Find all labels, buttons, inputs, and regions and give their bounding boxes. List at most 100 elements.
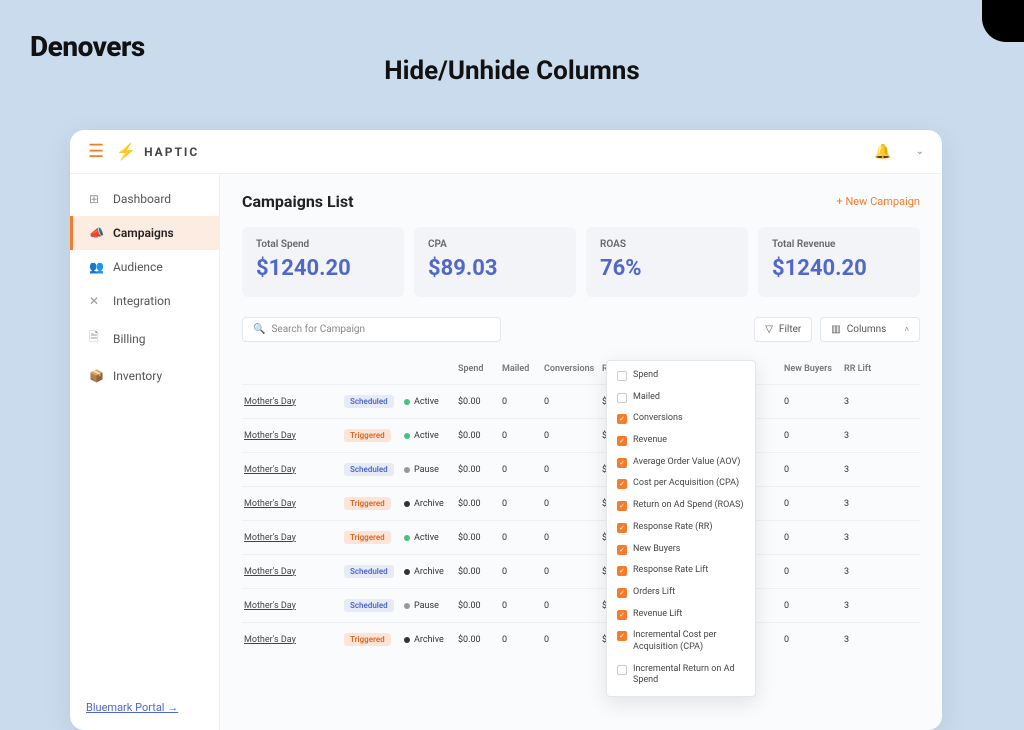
status-cell: Active bbox=[402, 531, 456, 545]
table-row: Mother's DayTriggeredArchive$0.0000$003 bbox=[242, 622, 920, 656]
col-rr-lift[interactable]: RR Lift bbox=[842, 360, 882, 378]
cell-rr-lift: 3 bbox=[842, 633, 882, 647]
col-new-buyers[interactable]: New Buyers bbox=[782, 360, 842, 378]
cell-rr-lift: 3 bbox=[842, 565, 882, 579]
columns-dropdown-item[interactable]: Spend bbox=[607, 365, 755, 387]
search-input[interactable]: 🔍 Search for Campaign bbox=[242, 317, 501, 342]
checkbox-icon[interactable]: ✓ bbox=[617, 566, 627, 576]
checkbox-icon[interactable] bbox=[617, 371, 627, 381]
columns-dropdown-item[interactable]: ✓Incremental Cost per Acquisition (CPA) bbox=[607, 625, 755, 658]
columns-dropdown-item[interactable]: ✓Cost per Acquisition (CPA) bbox=[607, 473, 755, 495]
columns-dropdown-item[interactable]: Mailed bbox=[607, 387, 755, 409]
portal-link[interactable]: Bluemark Portal → bbox=[70, 685, 219, 730]
columns-dropdown[interactable]: SpendMailed✓Conversions✓Revenue✓Average … bbox=[606, 360, 756, 697]
columns-dropdown-item[interactable]: ✓New Buyers bbox=[607, 539, 755, 561]
cell-rr-lift: 3 bbox=[842, 599, 882, 613]
grid-icon: ⊞ bbox=[89, 192, 103, 206]
main-content: Campaigns List + New Campaign Total Spen… bbox=[220, 174, 942, 730]
type-badge: Scheduled bbox=[344, 565, 394, 578]
columns-dropdown-item[interactable]: ✓Conversions bbox=[607, 408, 755, 430]
columns-dropdown-item[interactable]: ✓Average Order Value (AOV) bbox=[607, 452, 755, 474]
col-mailed[interactable]: Mailed bbox=[500, 360, 542, 378]
cell-new-buyers: 0 bbox=[782, 531, 842, 545]
sidebar-item-dashboard[interactable]: ⊞ Dashboard bbox=[70, 182, 219, 216]
page-title: Campaigns List bbox=[242, 192, 354, 211]
cell-rr-lift: 3 bbox=[842, 497, 882, 511]
checkbox-icon[interactable]: ✓ bbox=[617, 436, 627, 446]
kpi-total-spend: Total Spend $1240.20 bbox=[242, 227, 404, 297]
campaign-name-link[interactable]: Mother's Day bbox=[242, 633, 342, 647]
sidebar-item-audience[interactable]: 👥 Audience bbox=[70, 250, 219, 284]
cell-spend: $0.00 bbox=[456, 429, 500, 443]
checkbox-icon[interactable]: ✓ bbox=[617, 458, 627, 468]
checkbox-icon[interactable] bbox=[617, 665, 627, 675]
table-row: Mother's DayScheduledActive$0.0000$003 bbox=[242, 384, 920, 418]
columns-dropdown-item-label: Orders Lift bbox=[633, 587, 675, 599]
cell-spend: $0.00 bbox=[456, 633, 500, 647]
checkbox-icon[interactable] bbox=[617, 393, 627, 403]
status-dot-icon bbox=[404, 535, 410, 541]
campaign-name-link[interactable]: Mother's Day bbox=[242, 565, 342, 579]
columns-dropdown-item[interactable]: Incremental Return on Ad Spend bbox=[607, 659, 755, 692]
checkbox-icon[interactable]: ✓ bbox=[617, 501, 627, 511]
checkbox-icon[interactable]: ✓ bbox=[617, 545, 627, 555]
sidebar-item-integration[interactable]: ✕ Integration bbox=[70, 284, 219, 318]
status-dot-icon bbox=[404, 501, 410, 507]
sidebar-item-campaigns[interactable]: 📣 Campaigns bbox=[70, 216, 219, 250]
col-spend[interactable]: Spend bbox=[456, 360, 500, 378]
cell-rr-lift: 3 bbox=[842, 429, 882, 443]
campaign-name-link[interactable]: Mother's Day bbox=[242, 395, 342, 409]
bell-icon[interactable]: 🔔 bbox=[874, 144, 891, 160]
columns-icon: ▥ bbox=[831, 324, 840, 335]
new-campaign-button[interactable]: + New Campaign bbox=[836, 195, 920, 208]
columns-dropdown-item-label: Return on Ad Spend (ROAS) bbox=[633, 500, 744, 512]
columns-dropdown-item[interactable]: ✓ Return on Ad Spend (ROAS) bbox=[607, 495, 755, 517]
sidebar-item-inventory[interactable]: 📦 Inventory bbox=[70, 359, 219, 393]
filter-button[interactable]: ▽ Filter bbox=[754, 317, 812, 342]
box-icon: 📦 bbox=[89, 369, 103, 383]
kpi-value: $1240.20 bbox=[256, 256, 390, 281]
cell-rr-lift: 3 bbox=[842, 395, 882, 409]
sidebar-item-billing[interactable]: 🗎 Billing bbox=[70, 318, 219, 359]
checkbox-icon[interactable]: ✓ bbox=[617, 414, 627, 424]
cell-new-buyers: 0 bbox=[782, 429, 842, 443]
cell-spend: $0.00 bbox=[456, 531, 500, 545]
cell-conversions: 0 bbox=[542, 497, 600, 511]
campaign-name-link[interactable]: Mother's Day bbox=[242, 497, 342, 511]
campaign-name-link[interactable]: Mother's Day bbox=[242, 599, 342, 613]
columns-dropdown-item[interactable]: ✓ Revenue bbox=[607, 430, 755, 452]
checkbox-icon[interactable]: ✓ bbox=[617, 631, 627, 641]
search-placeholder: Search for Campaign bbox=[271, 324, 365, 335]
table-row: Mother's DayTriggeredActive$0.0000$003 bbox=[242, 520, 920, 554]
people-icon: 👥 bbox=[89, 260, 103, 274]
campaign-name-link[interactable]: Mother's Day bbox=[242, 429, 342, 443]
status-dot-icon bbox=[404, 637, 410, 643]
checkbox-icon[interactable]: ✓ bbox=[617, 610, 627, 620]
kpi-label: ROAS bbox=[600, 239, 734, 250]
columns-dropdown-item[interactable]: ✓Response Rate Lift bbox=[607, 560, 755, 582]
status-cell: Pause bbox=[402, 463, 456, 477]
cell-conversions: 0 bbox=[542, 429, 600, 443]
sidebar-item-label: Inventory bbox=[113, 369, 162, 383]
checkbox-icon[interactable]: ✓ bbox=[617, 479, 627, 489]
col-conversions[interactable]: Conversions bbox=[542, 360, 600, 378]
columns-dropdown-item[interactable]: ✓Response Rate (RR) bbox=[607, 517, 755, 539]
table-row: Mother's DayScheduledPause$0.0000$003 bbox=[242, 452, 920, 486]
campaign-name-link[interactable]: Mother's Day bbox=[242, 531, 342, 545]
status-dot-icon bbox=[404, 603, 410, 609]
user-menu-chevron-icon[interactable]: ⌄ bbox=[916, 146, 924, 157]
columns-dropdown-item-label: Revenue bbox=[633, 435, 667, 447]
cell-mailed: 0 bbox=[500, 565, 542, 579]
cell-new-buyers: 0 bbox=[782, 633, 842, 647]
checkbox-icon[interactable]: ✓ bbox=[617, 523, 627, 533]
app-logo[interactable]: ⚡ HAPTIC bbox=[116, 142, 199, 161]
kpi-value: 76% bbox=[600, 256, 734, 281]
columns-dropdown-item[interactable]: ✓ Orders Lift bbox=[607, 582, 755, 604]
table-row: Mother's DayTriggeredActive$0.0000$003 bbox=[242, 418, 920, 452]
app-name: HAPTIC bbox=[144, 145, 199, 159]
columns-dropdown-item[interactable]: ✓Revenue Lift bbox=[607, 604, 755, 626]
columns-button[interactable]: ▥ Columns ˄ bbox=[820, 317, 920, 342]
menu-icon[interactable]: ☰ bbox=[88, 141, 104, 162]
campaign-name-link[interactable]: Mother's Day bbox=[242, 463, 342, 477]
checkbox-icon[interactable]: ✓ bbox=[617, 588, 627, 598]
